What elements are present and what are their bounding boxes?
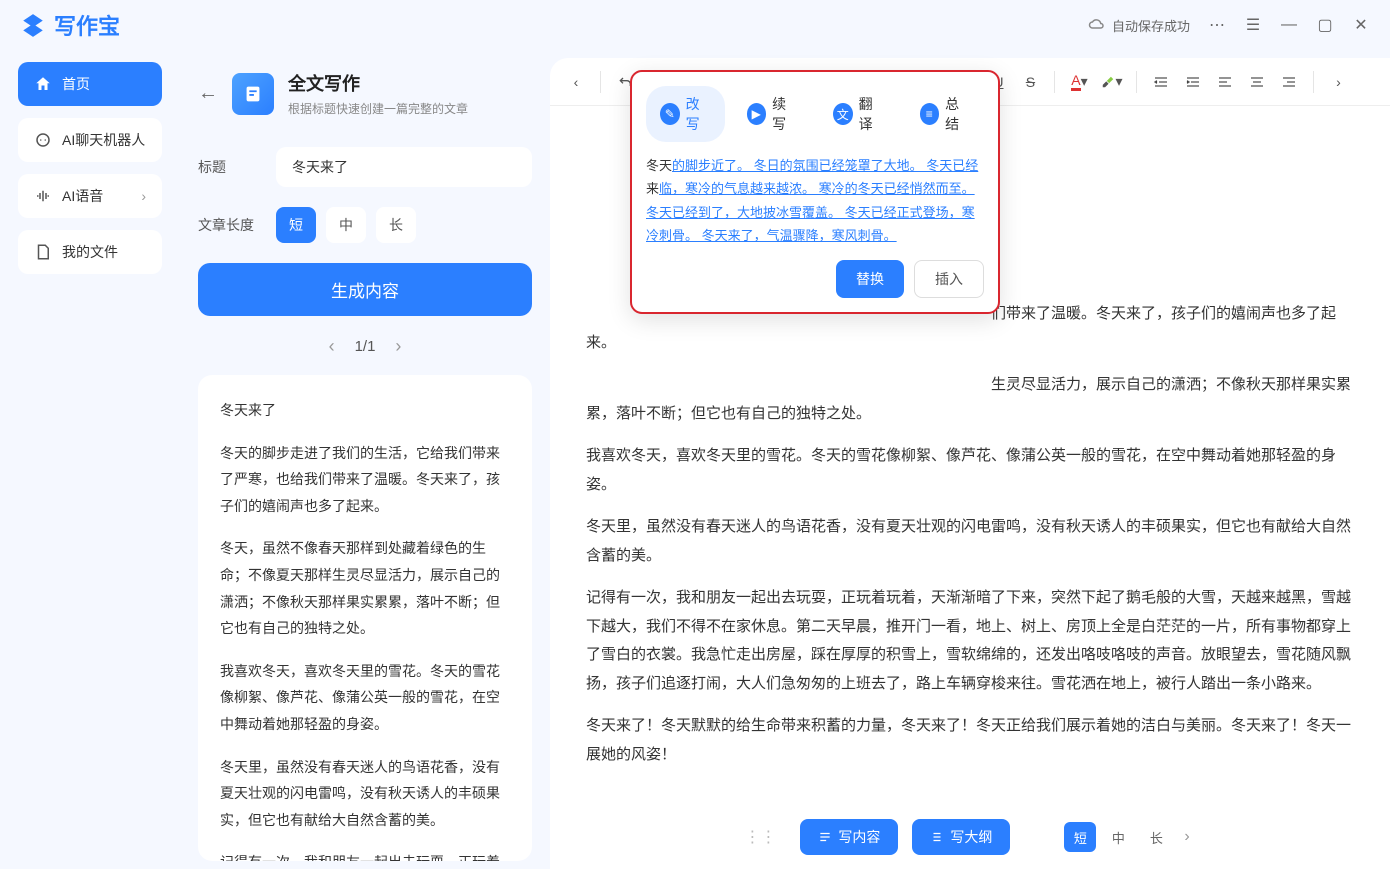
font-color-button[interactable]: A ▾ <box>1065 67 1093 97</box>
close-button[interactable]: ✕ <box>1352 16 1370 34</box>
play-icon: ▶ <box>747 103 767 125</box>
ai-content: 冬天的脚步近了。 冬日的氛围已经笼罩了大地。 冬天已经来临，寒冷的气息越来越浓。… <box>646 154 984 248</box>
editor-p4: 冬天里，虽然没有春天迷人的鸟语花香，没有夏天壮观的闪电雷鸣，没有秋天诱人的丰硕果… <box>586 513 1354 570</box>
strikethrough-button[interactable]: S <box>1016 67 1044 97</box>
sidebar-item-home[interactable]: 首页 <box>18 62 162 106</box>
doc-icon <box>232 73 274 115</box>
page-title: 全文写作 <box>288 70 468 96</box>
bottom-length-long[interactable]: 长 <box>1140 822 1172 852</box>
toolbar-next[interactable]: › <box>1324 67 1352 97</box>
titlebar: 写作宝 自动保存成功 ⋯ ☰ — ▢ ✕ <box>0 0 1390 50</box>
cloud-icon <box>1088 16 1106 34</box>
more-icon[interactable]: ⋯ <box>1208 16 1226 34</box>
chat-icon <box>34 131 52 149</box>
length-short[interactable]: 短 <box>276 207 316 243</box>
ai-replace-button[interactable]: 替换 <box>836 260 904 298</box>
drag-handle-icon[interactable]: ⋮⋮ <box>744 827 776 847</box>
sidebar-item-voice[interactable]: AI语音 › <box>18 174 162 218</box>
app-logo: 写作宝 <box>20 9 120 41</box>
sidebar-item-files[interactable]: 我的文件 <box>18 230 162 274</box>
pager-next[interactable]: › <box>395 336 401 357</box>
preview-p2: 冬天，虽然不像春天那样到处藏着绿色的生命；不像夏天那样生灵尽显活力，展示自己的潇… <box>220 535 510 641</box>
write-content-button[interactable]: 写内容 <box>800 819 898 855</box>
preview-p0: 冬天来了 <box>220 397 510 424</box>
title-label: 标题 <box>198 157 258 177</box>
indent-decrease-button[interactable] <box>1147 67 1175 97</box>
align-left-button[interactable] <box>1211 67 1239 97</box>
ai-tab-translate[interactable]: 文翻译 <box>819 86 898 142</box>
home-icon <box>34 75 52 93</box>
pager-prev[interactable]: ‹ <box>329 336 335 357</box>
bottom-length-medium[interactable]: 中 <box>1102 822 1134 852</box>
outline-icon <box>930 830 944 844</box>
preview-p5: 记得有一次，我和朋友一起出去玩耍，正玩着玩着，天渐渐暗了下来，突然下起了鹅毛般的… <box>220 849 510 861</box>
length-long[interactable]: 长 <box>376 207 416 243</box>
bottom-chevron-right[interactable]: › <box>1178 828 1195 846</box>
logo-icon <box>20 12 46 38</box>
pencil-icon: ✎ <box>660 103 680 125</box>
title-input[interactable] <box>276 147 532 187</box>
bottom-length-short[interactable]: 短 <box>1064 822 1096 852</box>
minimize-button[interactable]: — <box>1280 16 1298 34</box>
ai-tab-summarize[interactable]: ≡总结 <box>906 86 985 142</box>
ai-tab-continue[interactable]: ▶续写 <box>733 86 812 142</box>
indent-increase-button[interactable] <box>1179 67 1207 97</box>
file-icon <box>34 243 52 261</box>
sidebar: 首页 AI聊天机器人 AI语音 › 我的文件 <box>0 50 180 869</box>
maximize-button[interactable]: ▢ <box>1316 16 1334 34</box>
toolbar-prev[interactable]: ‹ <box>562 67 590 97</box>
align-center-button[interactable] <box>1243 67 1271 97</box>
align-right-button[interactable] <box>1275 67 1303 97</box>
back-button[interactable]: ← <box>198 82 218 105</box>
preview-card: 冬天来了 冬天的脚步走进了我们的生活，它给我们带来了严寒，也给我们带来了温暖。冬… <box>198 375 532 861</box>
editor-p5: 记得有一次，我和朋友一起出去玩耍，正玩着玩着，天渐渐暗了下来，突然下起了鹅毛般的… <box>586 584 1354 698</box>
pager-text: 1/1 <box>355 338 376 355</box>
list-icon <box>818 830 832 844</box>
preview-p3: 我喜欢冬天，喜欢冬天里的雪花。冬天的雪花像柳絮、像芦花、像蒲公英一般的雪花，在空… <box>220 658 510 738</box>
summary-icon: ≡ <box>920 103 940 125</box>
preview-p1: 冬天的脚步走进了我们的生活，它给我们带来了严寒，也给我们带来了温暖。冬天来了，孩… <box>220 440 510 520</box>
length-medium[interactable]: 中 <box>326 207 366 243</box>
page-subtitle: 根据标题快速创建一篇完整的文章 <box>288 100 468 117</box>
chevron-right-icon: › <box>141 188 146 204</box>
bottom-bar: ⋮⋮ 写内容 写大纲 短 中 长 › <box>550 819 1390 855</box>
app-name: 写作宝 <box>54 9 120 41</box>
ai-insert-button[interactable]: 插入 <box>914 260 984 298</box>
autosave-status: 自动保存成功 <box>1088 16 1190 35</box>
length-label: 文章长度 <box>198 215 258 235</box>
pager: ‹ 1/1 › <box>190 326 540 367</box>
ai-tab-rewrite[interactable]: ✎改写 <box>646 86 725 142</box>
generate-button[interactable]: 生成内容 <box>198 263 532 316</box>
sidebar-item-chatbot[interactable]: AI聊天机器人 <box>18 118 162 162</box>
ai-rewrite-panel: ✎改写 ▶续写 文翻译 ≡总结 冬天的脚步近了。 冬日的氛围已经笼罩了大地。 冬… <box>630 70 1000 314</box>
menu-icon[interactable]: ☰ <box>1244 16 1262 34</box>
preview-p4: 冬天里，虽然没有春天迷人的鸟语花香，没有夏天壮观的闪电雷鸣，没有秋天诱人的丰硕果… <box>220 754 510 834</box>
translate-icon: 文 <box>833 103 853 125</box>
write-outline-button[interactable]: 写大纲 <box>912 819 1010 855</box>
editor-p6: 冬天来了！冬天默默的给生命带来积蓄的力量，冬天来了！冬天正给我们展示着她的洁白与… <box>586 712 1354 769</box>
highlight-button[interactable]: ▾ <box>1097 67 1126 97</box>
center-column: ← 全文写作 根据标题快速创建一篇完整的文章 标题 文章长度 短 中 长 生成内… <box>180 50 550 869</box>
editor-p3: 我喜欢冬天，喜欢冬天里的雪花。冬天的雪花像柳絮、像芦花、像蒲公英一般的雪花，在空… <box>586 442 1354 499</box>
voice-icon <box>34 187 52 205</box>
